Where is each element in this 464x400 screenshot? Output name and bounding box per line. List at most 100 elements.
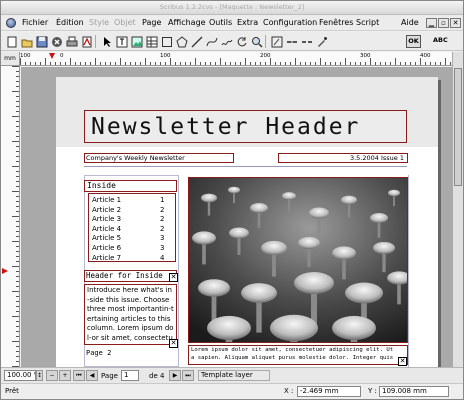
inside-title-frame[interactable]: Inside xyxy=(84,180,177,192)
ruler-tick xyxy=(345,58,346,65)
document-canvas[interactable]: Newsletter Header Company's Weekly Newsl… xyxy=(21,67,452,367)
document-page[interactable]: Newsletter Header Company's Weekly Newsl… xyxy=(56,77,438,367)
shape-icon[interactable] xyxy=(159,34,174,49)
first-page-icon[interactable]: ⏮ xyxy=(73,370,85,381)
edit-contents-icon[interactable] xyxy=(269,34,284,49)
ruler-tick xyxy=(235,62,236,65)
menu-affichage[interactable]: Affichage xyxy=(168,18,206,27)
menu-extra[interactable]: Extra xyxy=(237,18,258,27)
menu-edition[interactable]: Édition xyxy=(56,18,84,27)
zoom-spin-icon[interactable]: ↕ xyxy=(36,370,43,381)
table-icon[interactable] xyxy=(144,34,159,49)
header-title-frame[interactable]: Newsletter Header xyxy=(84,110,407,143)
ok-button[interactable]: OK xyxy=(406,35,421,48)
ruler-tick xyxy=(110,62,111,65)
image-frame-icon[interactable] xyxy=(129,34,144,49)
ruler-tick xyxy=(16,346,19,347)
title-bar[interactable]: Scribus 1.2.2cvs - [Maquette : Newslette… xyxy=(1,1,463,15)
ruler-tick xyxy=(16,181,19,182)
vertical-scrollbar[interactable] xyxy=(452,52,463,367)
ruler-tick xyxy=(275,62,276,65)
menu-configuration[interactable]: Configuration xyxy=(263,18,317,27)
open-folder-icon[interactable] xyxy=(19,34,34,49)
ruler-tick xyxy=(325,62,326,65)
caption-frame[interactable]: Lorem ipsum dolor sit amet, consectetuer… xyxy=(188,345,408,365)
rotate-icon[interactable] xyxy=(234,34,249,49)
ruler-tick xyxy=(120,58,121,65)
toc-row: Article 6 3 xyxy=(92,244,172,253)
menu-fichier[interactable]: Fichier xyxy=(22,18,48,27)
frame-overflow-icon: ✕ xyxy=(169,339,178,348)
pdf-export-icon[interactable] xyxy=(79,34,94,49)
link-frames-icon[interactable] xyxy=(284,34,299,49)
zoom-field[interactable]: 100.00 % xyxy=(4,370,36,381)
ruler-tick xyxy=(16,286,19,287)
ruler-tick xyxy=(210,62,211,65)
text-frame-icon[interactable] xyxy=(114,34,129,49)
polygon-icon[interactable] xyxy=(174,34,189,49)
margin-guide xyxy=(408,175,409,367)
ruler-tick xyxy=(16,111,19,112)
toc-frame[interactable]: Article 1 1 Article 2 2 Article 3 2 Article 4 2… xyxy=(88,193,176,262)
mushroom-cap xyxy=(201,193,217,203)
spell-check-button[interactable]: ABC xyxy=(433,36,448,44)
menu-page[interactable]: Page xyxy=(142,18,161,27)
last-page-icon[interactable]: ⏭ xyxy=(182,370,194,381)
menu-style[interactable]: Style xyxy=(89,18,109,27)
page-number-field[interactable]: 1 xyxy=(121,370,139,381)
close-icon[interactable]: ✕ xyxy=(450,18,461,28)
horizontal-ruler[interactable]: 100 0 100 200 300 400 xyxy=(20,52,452,66)
ruler-tick xyxy=(16,221,19,222)
ruler-tick xyxy=(12,291,19,292)
mushroom-cap xyxy=(332,246,356,260)
toc-row: Article 2 2 xyxy=(92,206,172,215)
maximize-icon[interactable]: ▫ xyxy=(438,18,449,28)
save-icon[interactable] xyxy=(34,34,49,49)
menu-objet[interactable]: Objet xyxy=(114,18,136,27)
toc-page-number: 1 xyxy=(160,196,165,204)
minimize-icon[interactable]: ▁ xyxy=(426,18,437,28)
bezier-icon[interactable] xyxy=(204,34,219,49)
ruler-tick xyxy=(16,236,19,237)
mushroom-cap xyxy=(250,203,268,213)
zoom-out-icon[interactable]: − xyxy=(46,370,58,381)
close-document-icon[interactable] xyxy=(49,34,64,49)
next-page-icon[interactable]: ▶ xyxy=(169,370,181,381)
vertical-ruler[interactable] xyxy=(1,66,20,367)
ruler-tick xyxy=(16,321,19,322)
photo-frame[interactable] xyxy=(188,177,408,343)
unlink-frames-icon[interactable] xyxy=(299,34,314,49)
page-number-frame[interactable]: Page 2 xyxy=(86,349,146,359)
date-issue-frame[interactable]: 3.5.2004 Issue 1 xyxy=(278,153,408,163)
eyedropper-icon[interactable] xyxy=(314,34,329,49)
zoom-icon[interactable] xyxy=(249,34,264,49)
layer-select[interactable]: Template layer xyxy=(198,370,270,381)
new-document-icon[interactable] xyxy=(4,34,19,49)
previous-page-icon[interactable]: ◀ xyxy=(86,370,98,381)
company-frame[interactable]: Company's Weekly Newsletter xyxy=(84,153,234,163)
app-menu-icon[interactable] xyxy=(6,18,16,28)
header-for-inside-frame[interactable]: Header for Inside xyxy=(84,270,177,282)
scrollbar-thumb[interactable] xyxy=(454,68,462,186)
ruler-tick xyxy=(30,62,31,65)
line-icon[interactable] xyxy=(189,34,204,49)
toc-page-number: 3 xyxy=(160,234,165,243)
freehand-icon[interactable] xyxy=(219,34,234,49)
ruler-tick xyxy=(375,62,376,65)
caption-line-2: a sapien. Aliquam aliquet purus molestie… xyxy=(191,354,394,361)
menu-aide[interactable]: Aide xyxy=(401,18,419,27)
toolbar-separator xyxy=(95,35,96,48)
print-icon[interactable] xyxy=(64,34,79,49)
menu-outils[interactable]: Outils xyxy=(209,18,232,27)
zoom-in-icon[interactable]: + xyxy=(59,370,71,381)
mushroom-cap xyxy=(207,315,251,341)
ruler-tick xyxy=(335,62,336,65)
mushroom-cap xyxy=(373,241,395,255)
page-label: Page 2 xyxy=(86,349,112,357)
menu-fenetres[interactable]: Fenêtres xyxy=(319,18,353,27)
intro-text-frame[interactable]: Introduce here what's in-side this issue… xyxy=(84,284,177,345)
ruler-tick xyxy=(16,356,19,357)
select-arrow-icon[interactable] xyxy=(99,34,114,49)
menu-script[interactable]: Script xyxy=(356,18,379,27)
header-for-inside: Header for Inside xyxy=(86,271,163,280)
